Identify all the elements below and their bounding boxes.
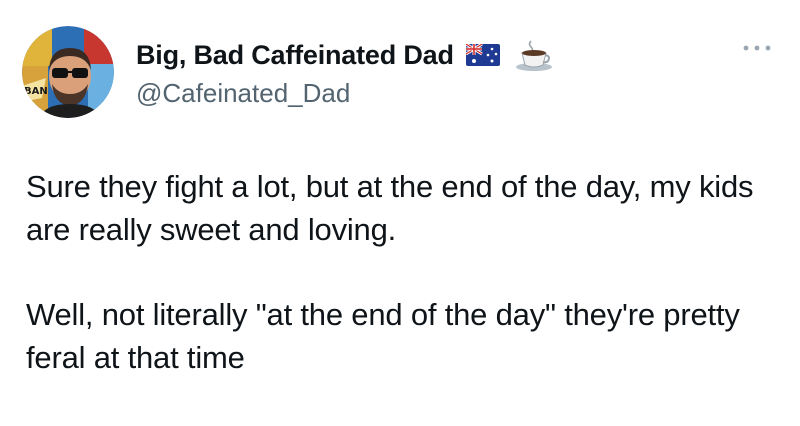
avatar-badge-text: BAN (24, 86, 48, 97)
more-options-icon[interactable] (742, 40, 772, 51)
avatar[interactable]: BAN (22, 26, 114, 118)
tweet-paragraph: Well, not literally "at the end of the d… (26, 297, 740, 375)
coffee-icon (514, 38, 554, 72)
tweet-card: BAN Big, Bad Caffeinated Dad @Cafeinated… (0, 0, 800, 426)
australia-flag-icon (464, 42, 500, 66)
avatar-image: BAN (22, 26, 114, 118)
tweet-text: Sure they fight a lot, but at the end of… (26, 165, 776, 421)
author-handle[interactable]: @Cafeinated_Dad (136, 78, 350, 109)
tweet-paragraph: Sure they fight a lot, but at the end of… (26, 169, 754, 247)
author-name-row: Big, Bad Caffeinated Dad (136, 38, 554, 72)
author-display-name[interactable]: Big, Bad Caffeinated Dad (136, 40, 454, 71)
